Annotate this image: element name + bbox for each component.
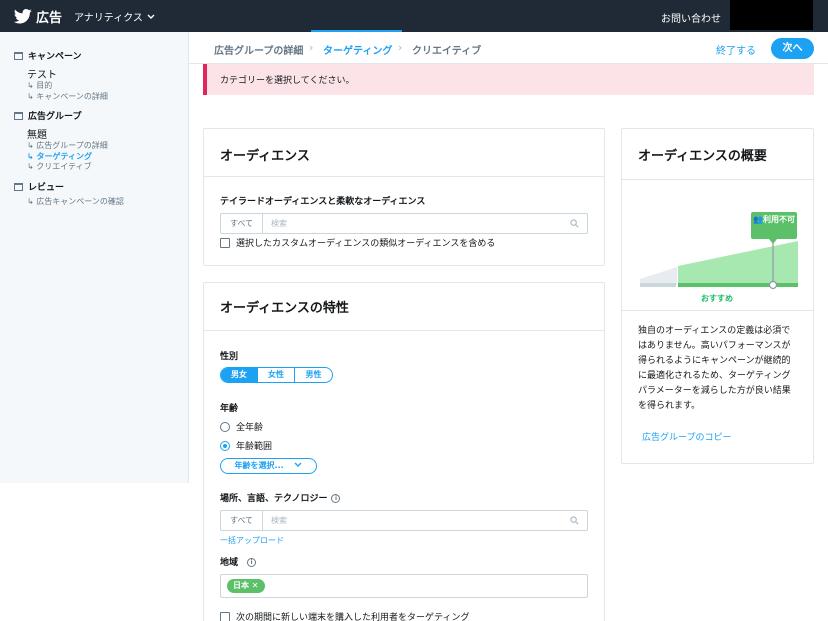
sidebar-item-campaign-details[interactable]: ↳ キャンペーンの詳細 <box>27 91 108 102</box>
meter-narrow-segment <box>640 267 677 285</box>
lookalike-checkbox-row[interactable]: 選択したカスタムオーディエンスの類似オーディエンスを含める <box>220 236 495 249</box>
sidebar-item-review-campaign[interactable]: ↳ 広告キャンペーンの確認 <box>27 196 124 207</box>
location-search-field[interactable]: すべて 検索 <box>220 510 588 531</box>
location-label-row: 場所、言語、テクノロジー i <box>220 491 341 504</box>
tab-targeting[interactable]: ターゲティング <box>323 42 392 57</box>
analytics-menu-label: アナリティクス <box>74 13 143 24</box>
age-all-radio[interactable] <box>220 421 230 432</box>
sidebar-section-label: 広告グループ <box>28 112 82 122</box>
twitter-bird-icon <box>14 9 32 24</box>
sidebar-section-campaign[interactable]: キャンペーン <box>14 49 82 62</box>
gender-option-female[interactable]: 女性 <box>258 368 295 382</box>
meter-track-gray <box>640 283 676 287</box>
search-input[interactable]: 検索 <box>271 218 287 229</box>
summary-description: 独自のオーディエンスの定義は必須ではありません。高いパフォーマンスが得られるよう… <box>638 326 791 411</box>
search-icon <box>570 516 579 525</box>
audience-traits-card: オーディエンスの特性 性別 男女 女性 男性 年齢 全年齢 年齢範囲 年齢を選択… <box>203 282 605 621</box>
card-title: オーディエンスの概要 <box>638 149 767 164</box>
lookalike-label: 選択したカスタムオーディエンスの類似オーディエンスを含める <box>236 239 496 249</box>
unavailable-badge-label: 利用不可 <box>762 215 795 224</box>
search-input[interactable]: 検索 <box>271 515 287 526</box>
sidebar-section-label: レビュー <box>28 183 65 193</box>
copy-adgroup-link[interactable]: 広告グループのコピー <box>642 430 731 443</box>
calendar-icon <box>14 111 23 120</box>
info-icon[interactable]: i <box>247 558 257 567</box>
recommended-label: おすすめ <box>701 294 733 303</box>
top-bar: 広告 アナリティクス お問い合わせ <box>0 0 828 32</box>
divider <box>622 179 813 180</box>
redacted-account-area[interactable] <box>730 0 813 30</box>
chevron-down-icon <box>147 14 155 19</box>
brand-label: 広告 <box>36 11 63 26</box>
alert-message: カテゴリーを選択してください。 <box>220 76 355 86</box>
calendar-icon <box>14 51 23 60</box>
card-title: オーディエンス <box>220 149 310 164</box>
age-select-label: 年齢を選択... <box>234 461 284 470</box>
divider <box>622 310 813 311</box>
card-title: オーディエンスの特性 <box>220 301 349 316</box>
divider <box>204 330 604 331</box>
tailored-audience-label: テイラードオーディエンスと柔軟なオーディエンス <box>220 197 426 207</box>
lookalike-checkbox[interactable] <box>220 237 230 248</box>
gender-option-male[interactable]: 男性 <box>295 368 332 382</box>
tab-creative[interactable]: クリエイティブ <box>412 42 481 57</box>
age-range-radio[interactable] <box>220 440 230 451</box>
age-range-radio-row[interactable]: 年齢範囲 <box>220 439 272 452</box>
search-icon <box>570 219 579 228</box>
gender-label: 性別 <box>220 352 239 362</box>
meter-needle-dot <box>768 280 778 290</box>
region-label-row: 地域 i <box>220 555 257 568</box>
scope-dropdown[interactable]: すべて <box>221 511 263 530</box>
bulk-upload-link[interactable]: 一括アップロード <box>220 535 284 546</box>
calendar-icon <box>14 182 23 191</box>
location-label: 場所、言語、テクノロジー <box>220 494 328 504</box>
sidebar-item-objective[interactable]: ↳ 目的 <box>27 80 52 91</box>
age-select-dropdown[interactable]: 年齢を選択... <box>220 458 317 474</box>
finish-link[interactable]: 終了する <box>716 42 756 57</box>
people-icon: 👥 <box>753 215 763 224</box>
meter-recommended-segment <box>678 241 798 285</box>
scope-dropdown[interactable]: すべて <box>221 214 263 233</box>
region-label: 地域 <box>220 558 239 568</box>
age-all-label: 全年齢 <box>236 423 264 433</box>
audience-card: オーディエンス テイラードオーディエンスと柔軟なオーディエンス すべて 検索 選… <box>203 128 605 266</box>
sidebar-item-campaign-name[interactable]: テスト <box>27 66 57 81</box>
sidebar: キャンペーン テスト ↳ 目的 ↳ キャンペーンの詳細 広告グループ 無題 ↳ … <box>0 32 189 483</box>
next-button[interactable]: 次へ <box>771 38 814 59</box>
contact-link[interactable]: お問い合わせ <box>661 10 721 25</box>
unavailable-badge: 👥利用不可 <box>753 214 795 225</box>
new-device-checkbox[interactable] <box>220 611 230 621</box>
analytics-menu[interactable]: アナリティクス <box>74 9 155 24</box>
tab-adgroup-details[interactable]: 広告グループの詳細 <box>214 42 303 57</box>
error-alert: カテゴリーを選択してください。 <box>203 64 814 95</box>
sidebar-section-label: キャンペーン <box>28 52 82 62</box>
divider <box>204 176 604 177</box>
audience-summary-card: オーディエンスの概要 👥利用不可 おすすめ 独自のオーディエンスの定義は必須では… <box>621 128 814 464</box>
region-input[interactable]: 日本 ✕ <box>220 574 588 598</box>
sidebar-section-adgroup[interactable]: 広告グループ <box>14 109 81 122</box>
sidebar-item-adgroup-details[interactable]: ↳ 広告グループの詳細 <box>27 140 108 151</box>
ads-home-link[interactable]: 広告 <box>14 7 62 26</box>
age-all-radio-row[interactable]: 全年齢 <box>220 420 263 433</box>
new-device-checkbox-row[interactable]: 次の期間に新しい端末を購入した利用者をターゲティング <box>220 610 469 621</box>
audience-search-field[interactable]: すべて 検索 <box>220 213 588 234</box>
chevron-down-icon <box>294 462 302 467</box>
info-icon[interactable]: i <box>331 494 341 503</box>
age-label: 年齢 <box>220 404 239 414</box>
meter-track-green <box>678 283 798 287</box>
unavailable-badge-pointer <box>769 239 777 244</box>
sidebar-item-creative[interactable]: ↳ クリエイティブ <box>27 161 92 172</box>
gender-option-all[interactable]: 男女 <box>221 368 258 382</box>
new-device-label: 次の期間に新しい端末を購入した利用者をターゲティング <box>236 613 470 621</box>
sidebar-section-review[interactable]: レビュー <box>14 180 64 193</box>
gender-segmented-control[interactable]: 男女 女性 男性 <box>220 367 333 383</box>
sidebar-item-adgroup-name[interactable]: 無題 <box>27 126 47 141</box>
chevron-right-icon: › <box>398 41 403 54</box>
age-range-label: 年齢範囲 <box>236 442 273 452</box>
chevron-right-icon: › <box>309 41 314 54</box>
active-tab-indicator <box>311 30 402 32</box>
region-tag-japan[interactable]: 日本 ✕ <box>227 579 265 593</box>
